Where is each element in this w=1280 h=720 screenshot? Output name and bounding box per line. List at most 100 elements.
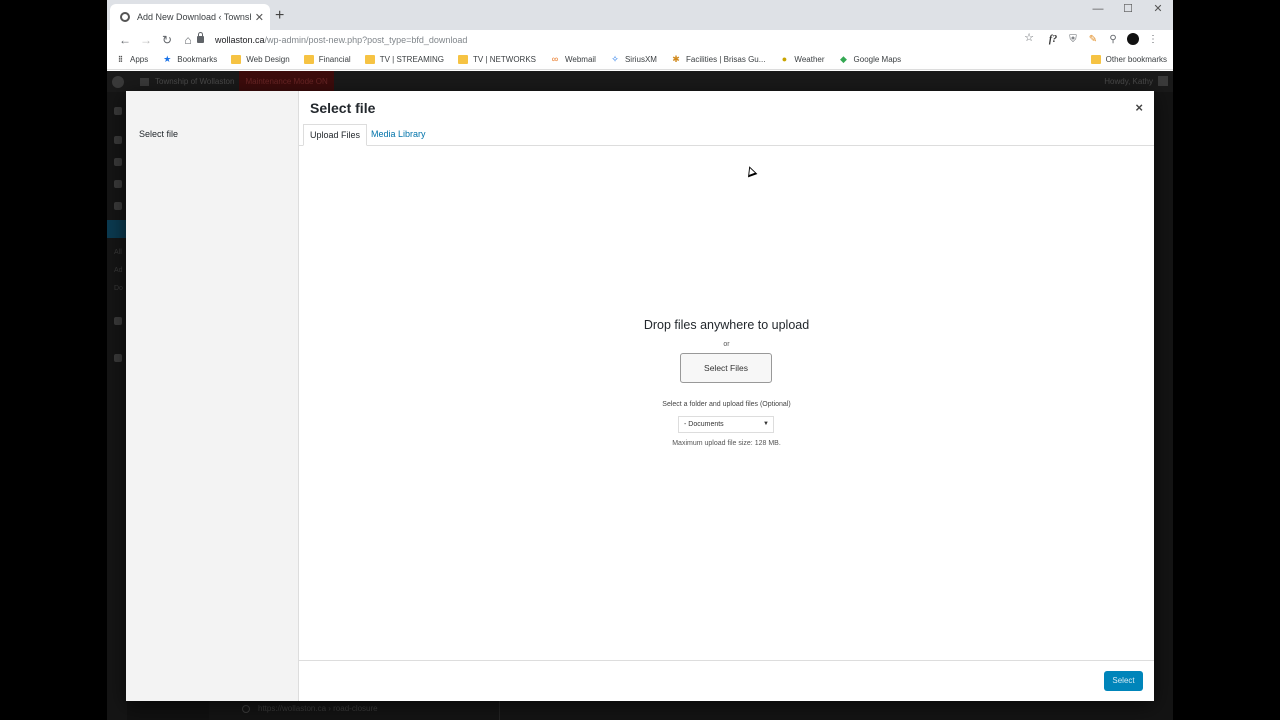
bookmark-label: Bookmarks — [177, 55, 218, 64]
forward-arrow-icon[interactable]: → — [136, 33, 156, 47]
bookmark-star-icon[interactable]: ☆ — [1024, 31, 1034, 44]
home-icon[interactable]: ⌂ — [178, 33, 198, 47]
maps-icon: ◆ — [840, 54, 847, 64]
bookmark-financial[interactable]: Financial — [303, 55, 351, 64]
folder-select[interactable]: - Documents ▼ — [678, 416, 774, 433]
media-icon — [114, 158, 122, 166]
other-bookmarks[interactable]: Other bookmarks — [1090, 55, 1167, 64]
menu-label: Do — [114, 285, 123, 292]
folder-icon — [458, 55, 469, 64]
folder-icon — [303, 55, 314, 64]
modal-menu-item-select-file[interactable]: Select file — [139, 129, 178, 139]
folder-icon — [231, 55, 242, 64]
bookmark-label: Facilities | Brisas Gu... — [685, 55, 766, 64]
url-host: wollaston.ca — [215, 34, 265, 45]
bookmark-webmail[interactable]: ∞ Webmail — [550, 54, 596, 65]
bookmark-siriusxm[interactable]: ✧ SiriusXM — [610, 54, 657, 65]
admin-side-menu: All Ad Do — [107, 92, 127, 720]
modal-tabs: Upload Files Media Library — [299, 124, 1154, 146]
upload-area[interactable]: Drop files anywhere to upload or Select … — [299, 146, 1154, 660]
bookmark-google-maps[interactable]: ◆ Google Maps — [839, 54, 901, 65]
bookmark-label: Weather — [794, 55, 825, 64]
close-window-button[interactable]: ✕ — [1143, 0, 1173, 20]
mouse-cursor-icon — [744, 164, 758, 178]
zoom-extension-icon[interactable]: ⚲ — [1103, 32, 1123, 47]
lock-icon — [197, 32, 204, 43]
bookmark-tv-streaming[interactable]: TV | STREAMING — [364, 55, 445, 64]
url-path: /wp-admin/post-new.php?post_type=bfd_dow… — [264, 34, 468, 45]
weather-icon: ● — [781, 54, 788, 64]
back-arrow-icon[interactable]: ← — [115, 33, 135, 47]
bookmark-weather[interactable]: ● Weather — [779, 54, 825, 65]
bookmark-apps[interactable]: ⁝⁝ Apps — [115, 54, 149, 65]
wp-admin-bar: Township of Wollaston Maintenance Mode O… — [107, 71, 1173, 92]
menu-label: Ad — [114, 267, 123, 274]
bookmark-web-design[interactable]: Web Design — [231, 55, 290, 64]
new-tab-button[interactable]: + — [275, 7, 284, 25]
bookmark-facilities[interactable]: ✱ Facilities | Brisas Gu... — [671, 54, 766, 65]
howdy-text: Howdy, Kathy — [1104, 76, 1153, 86]
select-files-button[interactable]: Select Files — [680, 353, 772, 383]
avatar — [1158, 76, 1168, 86]
drop-files-text: Drop files anywhere to upload — [643, 318, 810, 332]
screen: Add New Download ‹ Township o ✕ + — ☐ ✕ … — [0, 0, 1280, 720]
select-file-modal: Select file Select file × Upload Files M… — [126, 91, 1154, 701]
star-icon: ★ — [163, 54, 172, 64]
wordpress-favicon-icon — [120, 12, 130, 22]
tab-title: Add New Download ‹ Township o — [137, 12, 251, 22]
folder-select-value: - Documents — [684, 421, 724, 428]
bookmark-tv-networks[interactable]: TV | NETWORKS — [458, 55, 536, 64]
bookmark-label: Apps — [130, 55, 149, 64]
maximize-button[interactable]: ☐ — [1113, 0, 1143, 20]
background-status-url: https://wollaston.ca › road-closure — [242, 704, 378, 713]
browser-toolbar: ← → ↻ ⌂ wollaston.ca/wp-admin/post-new.p… — [107, 30, 1173, 49]
collapse-icon — [114, 354, 122, 362]
window-controls: — ☐ ✕ — [1083, 0, 1173, 20]
minimize-button[interactable]: — — [1083, 0, 1113, 20]
menu-dots-icon[interactable]: ⋮ — [1143, 32, 1163, 47]
posts-icon — [114, 136, 122, 144]
address-bar[interactable]: wollaston.ca/wp-admin/post-new.php?post_… — [197, 31, 1034, 48]
folder-icon — [364, 55, 375, 64]
bookmark-label: Financial — [318, 55, 351, 64]
tab-close-icon[interactable]: ✕ — [255, 11, 264, 24]
users-icon — [114, 317, 122, 325]
folder-icon — [1090, 55, 1101, 64]
menu-label: All — [114, 249, 122, 256]
wrench-extension-icon[interactable]: ✎ — [1083, 32, 1103, 47]
tab-upload-files[interactable]: Upload Files — [303, 124, 368, 146]
select-button[interactable]: Select — [1104, 671, 1143, 691]
bookmark-label: TV | STREAMING — [379, 55, 445, 64]
reload-icon[interactable]: ↻ — [157, 33, 177, 47]
close-icon[interactable]: × — [1135, 100, 1143, 115]
browser-tab[interactable]: Add New Download ‹ Township o ✕ — [110, 4, 270, 30]
wordpress-logo-icon — [112, 75, 124, 88]
or-text: or — [723, 341, 730, 348]
modal-menu: Select file — [126, 91, 299, 701]
bookmark-bookmarks[interactable]: ★ Bookmarks — [162, 54, 218, 65]
tab-media-library[interactable]: Media Library — [365, 124, 432, 146]
maintenance-mode-badge: Maintenance Mode ON — [239, 71, 334, 92]
other-bookmarks-label: Other bookmarks — [1105, 55, 1167, 64]
admin-bar-site: Township of Wollaston — [140, 77, 234, 86]
modal-footer: Select — [299, 660, 1154, 701]
fx-extension-icon[interactable]: f? — [1043, 32, 1063, 47]
browser-window: Add New Download ‹ Township o ✕ + — ☐ ✕ … — [107, 0, 1173, 720]
chevron-down-icon: ▼ — [763, 421, 769, 427]
shield-extension-icon[interactable]: ⛨ — [1063, 32, 1083, 47]
status-url-text: https://wollaston.ca › road-closure — [258, 704, 378, 713]
bookmark-label: Webmail — [564, 55, 596, 64]
webmail-icon: ∞ — [551, 54, 559, 64]
facilities-icon: ✱ — [672, 54, 680, 64]
bookmark-label: Web Design — [246, 55, 290, 64]
siriusxm-icon: ✧ — [611, 54, 619, 64]
pages-icon — [114, 180, 122, 188]
admin-bar-account: Howdy, Kathy — [1104, 76, 1168, 86]
apps-icon: ⁝⁝ — [118, 54, 123, 64]
bookmarks-bar: ⁝⁝ Apps ★ Bookmarks Web Design Financial T… — [107, 50, 1173, 70]
bookmark-label: SiriusXM — [624, 55, 657, 64]
extension-icons: f? ⛨ ✎ ⚲ ⋮ — [1043, 32, 1163, 47]
dashboard-icon — [114, 107, 122, 115]
tab-strip: Add New Download ‹ Township o ✕ + — ☐ ✕ — [107, 0, 1173, 30]
profile-avatar-icon[interactable] — [1123, 32, 1143, 47]
